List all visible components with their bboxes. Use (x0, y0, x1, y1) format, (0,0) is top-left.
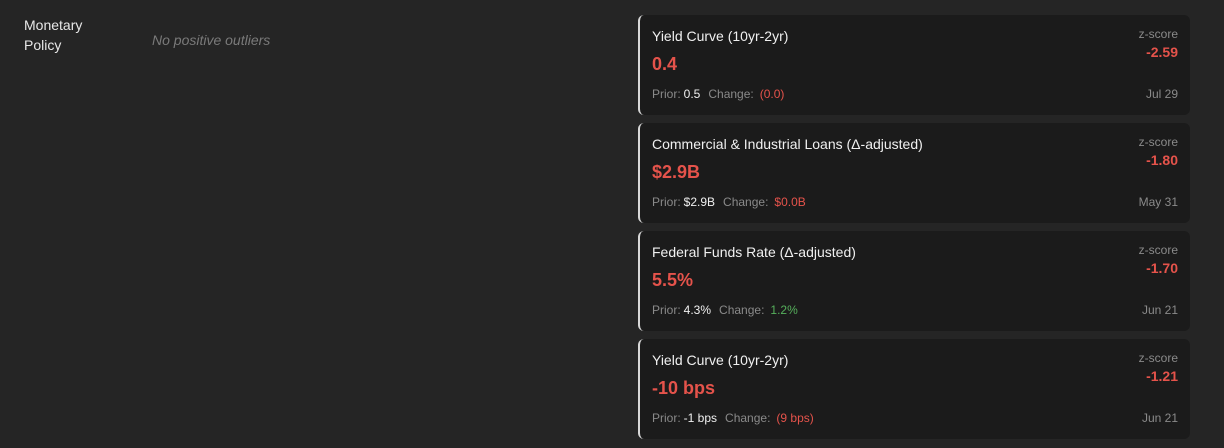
z-score-value: -2.59 (1146, 44, 1178, 60)
card-value: $2.9B (652, 162, 701, 182)
prior-label: Prior: (652, 303, 681, 317)
change-label: Change: (719, 303, 765, 317)
card-value: 0.4 (652, 54, 678, 74)
change-value: $0.0B (774, 195, 806, 209)
card-date: Jun 21 (1141, 411, 1178, 425)
card-title: Federal Funds Rate (Δ-adjusted) (652, 244, 856, 260)
outlier-card[interactable]: Yield Curve (10yr-2yr) 0.4 Prior: 0.5 Chan… (638, 15, 1190, 115)
card-meta: Prior: $2.9B Change: $0.0B (652, 195, 806, 209)
card-date: Jun 21 (1141, 303, 1178, 317)
category-label: Monetary Policy (24, 15, 124, 55)
z-score-label: z-score (1138, 243, 1178, 257)
no-positive-outliers-message: No positive outliers (152, 32, 271, 48)
card-value: 5.5% (652, 270, 694, 290)
z-score-label: z-score (1138, 135, 1178, 149)
z-score-value: -1.80 (1146, 152, 1178, 168)
category-label-line2: Policy (24, 37, 62, 53)
z-score-value: -1.21 (1146, 368, 1178, 384)
card-title: Yield Curve (10yr-2yr) (652, 28, 789, 44)
outliers-panel: Monetary Policy No positive outliers Yie… (0, 0, 1224, 448)
prior-value: 4.3% (683, 303, 712, 317)
z-score-label: z-score (1138, 351, 1178, 365)
change-label: Change: (723, 195, 769, 209)
card-title: Commercial & Industrial Loans (Δ-adjuste… (652, 136, 923, 152)
outlier-card[interactable]: Federal Funds Rate (Δ-adjusted) 5.5% Pri… (638, 231, 1190, 331)
change-value: (0.0) (759, 87, 785, 101)
change-value: (9 bps) (776, 411, 814, 425)
prior-value: $2.9B (683, 195, 716, 209)
change-label: Change: (725, 411, 771, 425)
card-title: Yield Curve (10yr-2yr) (652, 352, 789, 368)
change-label: Change: (708, 87, 754, 101)
card-meta: Prior: 4.3% Change: 1.2% (652, 303, 798, 317)
negative-outliers-list: Yield Curve (10yr-2yr) 0.4 Prior: 0.5 Chan… (638, 15, 1190, 447)
prior-value: -1 bps (683, 411, 718, 425)
outlier-card[interactable]: Commercial & Industrial Loans (Δ-adjuste… (638, 123, 1190, 223)
card-date: Jul 29 (1145, 87, 1178, 101)
card-value: -10 bps (652, 378, 716, 398)
prior-value: 0.5 (683, 87, 701, 101)
card-meta: Prior: 0.5 Change: (0.0) (652, 87, 784, 101)
outlier-card[interactable]: Yield Curve (10yr-2yr) -10 bps Prior: -1 … (638, 339, 1190, 439)
z-score-label: z-score (1138, 27, 1178, 41)
card-meta: Prior: -1 bps Change: (9 bps) (652, 411, 814, 425)
z-score-value: -1.70 (1146, 260, 1178, 276)
prior-label: Prior: (652, 195, 681, 209)
card-date: May 31 (1138, 195, 1178, 209)
prior-label: Prior: (652, 411, 681, 425)
category-label-line1: Monetary (24, 17, 83, 33)
change-value: 1.2% (770, 303, 798, 317)
prior-label: Prior: (652, 87, 681, 101)
